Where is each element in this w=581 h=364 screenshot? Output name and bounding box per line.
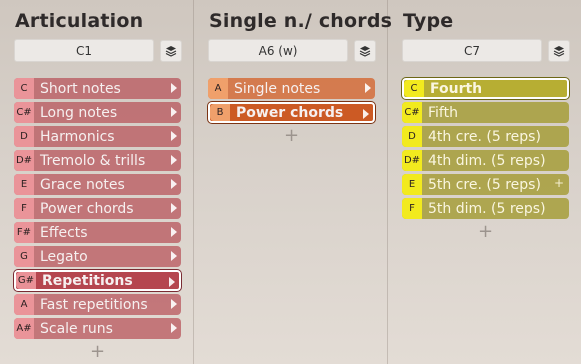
key-switch-field[interactable]: A6 (w) [208,39,349,62]
stack-icon [553,45,565,57]
chevron-right-icon[interactable] [171,107,177,117]
note-badge: E [14,174,34,195]
list-item[interactable]: C# Fifth [402,102,569,123]
note-badge: A [208,78,228,99]
chevron-right-icon[interactable] [171,323,177,333]
note-badge: C# [402,102,422,123]
list-item[interactable]: D Harmonics [14,126,181,147]
list-item[interactable]: E Grace notes [14,174,181,195]
column-title: Articulation [15,10,144,32]
plus-icon[interactable]: + [14,343,181,361]
note-badge: D [402,126,422,147]
note-badge: A [14,294,34,315]
chevron-right-icon[interactable] [171,179,177,189]
list-item[interactable]: F Power chords [14,198,181,219]
type-list: C Fourth C# Fifth D 4th cre. (5 reps) D# 4th… [402,78,570,219]
key-switch-field[interactable]: C1 [14,39,155,62]
chevron-right-icon[interactable] [171,227,177,237]
list-item[interactable]: G Legato [14,246,181,267]
item-label: 4th cre. (5 reps) [428,128,541,145]
list-item[interactable]: C# Long notes [14,102,181,123]
item-label: Single notes [234,80,321,97]
item-label: Grace notes [40,176,125,193]
stack-button[interactable] [354,39,376,62]
item-label: Effects [40,224,88,241]
column-title: Type [403,10,454,32]
item-label: Repetitions [42,272,133,289]
list-item[interactable]: A Single notes [208,78,375,99]
item-label: 5th cre. (5 reps) [428,176,541,193]
list-item-selected[interactable]: G# Repetitions [14,270,181,291]
item-label: Scale runs [40,320,113,337]
item-label: Power chords [236,104,344,121]
note-badge: F [402,198,422,219]
list-item[interactable]: A# Scale runs [14,318,181,339]
chevron-right-icon[interactable] [363,109,369,119]
item-label: Tremolo & trills [40,152,146,169]
column-title: Single n./ chords [209,10,393,32]
stack-button[interactable] [548,39,570,62]
chevron-right-icon[interactable] [365,83,371,93]
chevron-right-icon[interactable] [171,299,177,309]
single-chords-list: A Single notes B Power chords [208,78,376,123]
chevron-right-icon[interactable] [171,131,177,141]
stack-icon [359,45,371,57]
list-item[interactable]: D 4th cre. (5 reps) [402,126,569,147]
item-label: Fourth [430,80,483,97]
note-badge: C# [14,102,34,123]
chevron-right-icon[interactable] [171,251,177,261]
item-label: 4th dim. (5 reps) [428,152,546,169]
list-item[interactable]: D# 4th dim. (5 reps) [402,150,569,171]
key-row: A6 (w) [208,39,376,62]
item-label: Harmonics [40,128,115,145]
note-badge: E [402,174,422,195]
item-label: 5th dim. (5 reps) [428,200,546,217]
note-badge: F [14,198,34,219]
key-row: C7 [402,39,570,62]
articulation-column: Articulation C1 C Short notes C# Long note… [0,0,194,364]
note-badge: G# [16,272,36,289]
chevron-right-icon[interactable] [171,203,177,213]
note-badge: D# [14,150,34,171]
list-item-selected[interactable]: C Fourth [402,78,569,99]
item-label: Legato [40,248,88,265]
stack-icon [165,45,177,57]
item-label: Power chords [40,200,134,217]
item-label: Short notes [40,80,121,97]
item-label: Fifth [428,104,458,121]
plus-icon[interactable]: + [208,127,375,145]
list-item[interactable]: F 5th dim. (5 reps) [402,198,569,219]
note-badge: C [14,78,34,99]
note-badge: A# [14,318,34,339]
single-chords-column: Single n./ chords A6 (w) A Single notes B… [194,0,393,364]
stack-button[interactable] [160,39,182,62]
list-item[interactable]: A Fast repetitions [14,294,181,315]
plus-icon[interactable]: + [402,223,569,241]
list-item[interactable]: D# Tremolo & trills [14,150,181,171]
note-badge: D# [402,150,422,171]
list-item-selected[interactable]: B Power chords [208,102,375,123]
list-item[interactable]: E 5th cre. (5 reps) + [402,174,569,195]
list-item[interactable]: C Short notes [14,78,181,99]
key-row: C1 [14,39,182,62]
chevron-right-icon[interactable] [171,155,177,165]
note-badge: D [14,126,34,147]
key-switch-field[interactable]: C7 [402,39,543,62]
note-badge: G [14,246,34,267]
type-column: Type C7 C Fourth C# Fifth D 4th cre. (5 rep… [388,0,581,364]
note-badge: F# [14,222,34,243]
note-badge: C [404,80,424,97]
chevron-right-icon[interactable] [169,277,175,287]
item-label: Fast repetitions [40,296,148,313]
item-label: Long notes [40,104,118,121]
chevron-right-icon[interactable] [171,83,177,93]
list-item[interactable]: F# Effects [14,222,181,243]
plus-icon[interactable]: + [554,176,564,190]
articulation-list: C Short notes C# Long notes D Harmonics D# T… [14,78,182,339]
note-badge: B [210,104,230,121]
